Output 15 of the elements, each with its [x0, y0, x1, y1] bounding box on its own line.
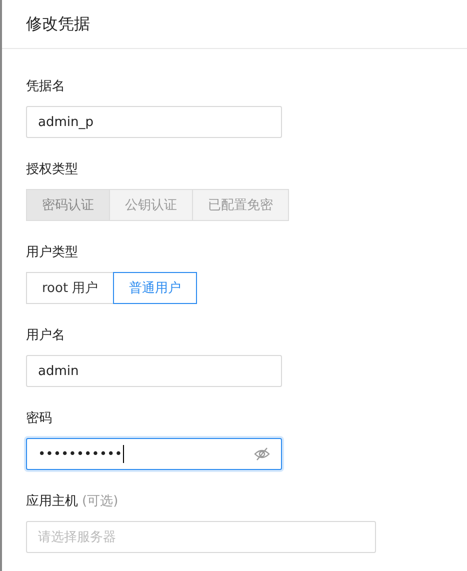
field-label: 凭据名	[26, 78, 65, 95]
select-field[interactable]: 请选择服务器	[26, 521, 376, 553]
field-label: 应用主机	[26, 493, 78, 510]
field-label: 用户名	[26, 327, 65, 344]
optional-hint: (可选)	[82, 493, 118, 510]
field-label: 密码	[26, 410, 52, 427]
password-field[interactable]: •••••••••••	[26, 438, 282, 470]
field-label: 授权类型	[26, 161, 78, 178]
input-field[interactable]: admin	[26, 355, 282, 387]
segment-option[interactable]: 普通用户	[113, 272, 198, 304]
eye-slash-icon[interactable]	[254, 447, 270, 461]
dialog-title: 修改凭据	[26, 14, 90, 34]
field-label: 用户类型	[26, 244, 78, 261]
segment-option[interactable]: root 用户	[26, 272, 114, 304]
input-field[interactable]: admin_p	[26, 106, 282, 138]
